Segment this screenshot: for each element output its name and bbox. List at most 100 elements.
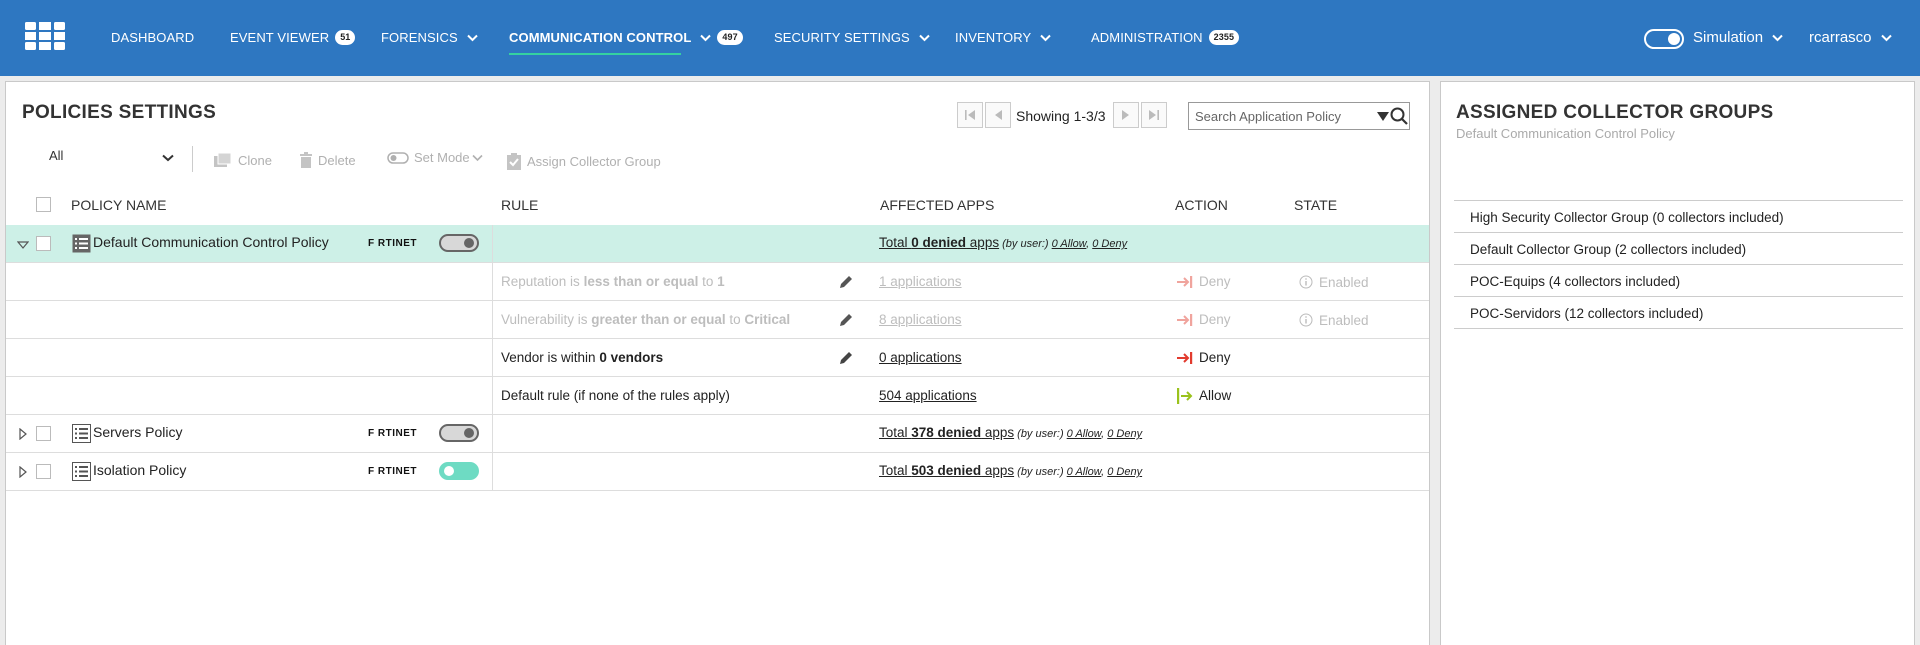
- nav-inventory[interactable]: INVENTORY: [955, 30, 1051, 45]
- delete-button[interactable]: Delete: [299, 152, 356, 168]
- affected-apps-summary[interactable]: Total 503 denied apps (by user:) 0 Allow…: [879, 463, 1142, 478]
- policy-name: Servers Policy: [93, 424, 183, 440]
- nav-event-viewer[interactable]: EVENT VIEWER 51: [230, 30, 356, 45]
- prev-page-button[interactable]: [985, 102, 1011, 128]
- apps-suffix: apps: [981, 425, 1015, 440]
- search-icon[interactable]: [1390, 107, 1408, 125]
- allow-count-link[interactable]: 0 Allow: [1052, 238, 1086, 250]
- rule-value: Critical: [744, 312, 791, 327]
- row-checkbox[interactable]: [36, 426, 51, 441]
- clone-icon: [214, 152, 232, 167]
- last-page-icon: [1149, 110, 1159, 120]
- set-mode-label: Set Mode: [414, 150, 470, 165]
- policy-row-isolation[interactable]: Isolation Policy F RTINET Total 503 deni…: [6, 453, 1429, 491]
- communication-control-count-badge: 497: [717, 30, 743, 45]
- assign-collector-group-button[interactable]: Assign Collector Group: [506, 152, 661, 170]
- allow-count-link[interactable]: 0 Allow: [1067, 428, 1101, 440]
- rule-row[interactable]: Default rule (if none of the rules apply…: [6, 377, 1429, 415]
- last-page-button[interactable]: [1141, 102, 1167, 128]
- chevron-down-icon: [700, 34, 712, 42]
- policy-list-icon: [72, 234, 91, 253]
- affected-apps-summary[interactable]: Total 378 denied apps (by user:) 0 Allow…: [879, 425, 1142, 440]
- select-all-checkbox[interactable]: [36, 197, 51, 212]
- fortinet-logo-icon[interactable]: [25, 22, 65, 50]
- col-header-policy-name[interactable]: POLICY NAME: [71, 197, 166, 213]
- collector-group-item[interactable]: High Security Collector Group (0 collect…: [1454, 201, 1903, 233]
- row-checkbox[interactable]: [36, 236, 51, 251]
- expand-triangle-icon[interactable]: [17, 466, 29, 478]
- rule-applications-link[interactable]: 0 applications: [879, 350, 962, 365]
- clone-button[interactable]: Clone: [213, 152, 272, 168]
- nav-dashboard-label: DASHBOARD: [111, 30, 195, 45]
- user-menu[interactable]: rcarrasco: [1809, 29, 1892, 46]
- simulation-label: Simulation: [1693, 29, 1764, 46]
- nav-dashboard[interactable]: DASHBOARD: [111, 30, 194, 45]
- deny-arrow-icon: [1177, 276, 1193, 288]
- simulation-toggle[interactable]: [1644, 29, 1684, 49]
- policy-row-servers[interactable]: Servers Policy F RTINET Total 378 denied…: [6, 415, 1429, 453]
- chevron-down-icon: [162, 154, 174, 162]
- search-application-policy-input[interactable]: Search Application Policy: [1188, 102, 1410, 130]
- nav-administration[interactable]: ADMINISTRATION 2355: [1091, 30, 1240, 45]
- expand-triangle-icon[interactable]: [17, 428, 29, 440]
- first-page-button[interactable]: [957, 102, 983, 128]
- collector-group-item[interactable]: POC-Equips (4 collectors included): [1454, 265, 1903, 297]
- set-mode-button[interactable]: Set Mode: [387, 150, 488, 165]
- rule-applications-link[interactable]: 1 applications: [879, 274, 962, 289]
- next-page-button[interactable]: [1113, 102, 1139, 128]
- col-header-affected-apps[interactable]: AFFECTED APPS: [880, 197, 994, 213]
- first-page-icon: [965, 110, 975, 120]
- edit-pencil-icon[interactable]: [838, 274, 854, 290]
- col-header-action[interactable]: ACTION: [1175, 197, 1228, 213]
- rule-applications-link[interactable]: 8 applications: [879, 312, 962, 327]
- deny-count-link[interactable]: 0 Deny: [1092, 238, 1127, 250]
- policy-mode-toggle[interactable]: [439, 462, 479, 480]
- info-circle-icon: [1299, 313, 1313, 327]
- total-denied-link[interactable]: Total 0 denied apps: [879, 235, 999, 250]
- allow-count-link[interactable]: 0 Allow: [1067, 466, 1101, 478]
- collector-group-item[interactable]: Default Collector Group (2 collectors in…: [1454, 233, 1903, 265]
- active-tab-underline: [509, 53, 681, 55]
- nav-communication-control[interactable]: COMMUNICATION CONTROL 497: [509, 30, 743, 45]
- edit-pencil-icon[interactable]: [838, 350, 854, 366]
- policy-list-icon: [72, 462, 91, 481]
- assigned-title: ASSIGNED COLLECTOR GROUPS: [1456, 102, 1774, 123]
- toggle-knob: [464, 428, 474, 438]
- policy-mode-toggle[interactable]: [439, 234, 479, 252]
- policy-filter-select[interactable]: All: [49, 148, 179, 172]
- rule-pre: Reputation is: [501, 274, 584, 289]
- affected-apps-summary[interactable]: Total 0 denied apps (by user:) 0 Allow, …: [879, 235, 1127, 250]
- collector-group-item[interactable]: POC-Servidors (12 collectors included): [1454, 297, 1903, 329]
- search-filter-dropdown-icon[interactable]: [1377, 112, 1389, 121]
- apps-suffix: apps: [966, 235, 1000, 250]
- policy-mode-toggle[interactable]: [439, 424, 479, 442]
- rule-row[interactable]: Reputation is less than or equal to 1 1 …: [6, 263, 1429, 301]
- deny-count-link[interactable]: 0 Deny: [1107, 428, 1142, 440]
- rule-applications-link[interactable]: 504 applications: [879, 388, 977, 403]
- clone-label: Clone: [238, 152, 272, 168]
- rule-operator: 0 vendors: [599, 350, 664, 365]
- policy-row-default[interactable]: Default Communication Control Policy F R…: [6, 225, 1429, 263]
- rule-row[interactable]: Vendor is within 0 vendors 0 application…: [6, 339, 1429, 377]
- simulation-menu[interactable]: Simulation: [1693, 29, 1783, 46]
- nav-event-viewer-label: EVENT VIEWER: [230, 30, 330, 45]
- by-user-label: (by user:): [1014, 428, 1067, 440]
- rule-text: Vulnerability is greater than or equal t…: [501, 312, 790, 327]
- rule-mid: to: [725, 312, 745, 327]
- row-checkbox[interactable]: [36, 464, 51, 479]
- deny-count-link[interactable]: 0 Deny: [1107, 466, 1142, 478]
- event-viewer-count-badge: 51: [335, 30, 356, 45]
- denied-count: 0 denied: [911, 235, 967, 250]
- total-denied-link[interactable]: Total 378 denied apps: [879, 425, 1014, 440]
- search-placeholder: Search Application Policy: [1195, 109, 1341, 124]
- rule-row[interactable]: Vulnerability is greater than or equal t…: [6, 301, 1429, 339]
- rule-mid: to: [698, 274, 718, 289]
- total-denied-link[interactable]: Total 503 denied apps: [879, 463, 1014, 478]
- col-header-rule[interactable]: RULE: [501, 197, 538, 213]
- rule-action-label: Deny: [1199, 312, 1231, 327]
- nav-security-settings[interactable]: SECURITY SETTINGS: [774, 30, 930, 45]
- nav-forensics[interactable]: FORENSICS: [381, 30, 478, 45]
- collapse-triangle-icon[interactable]: [17, 239, 29, 251]
- edit-pencil-icon[interactable]: [838, 312, 854, 328]
- col-header-state[interactable]: STATE: [1294, 197, 1337, 213]
